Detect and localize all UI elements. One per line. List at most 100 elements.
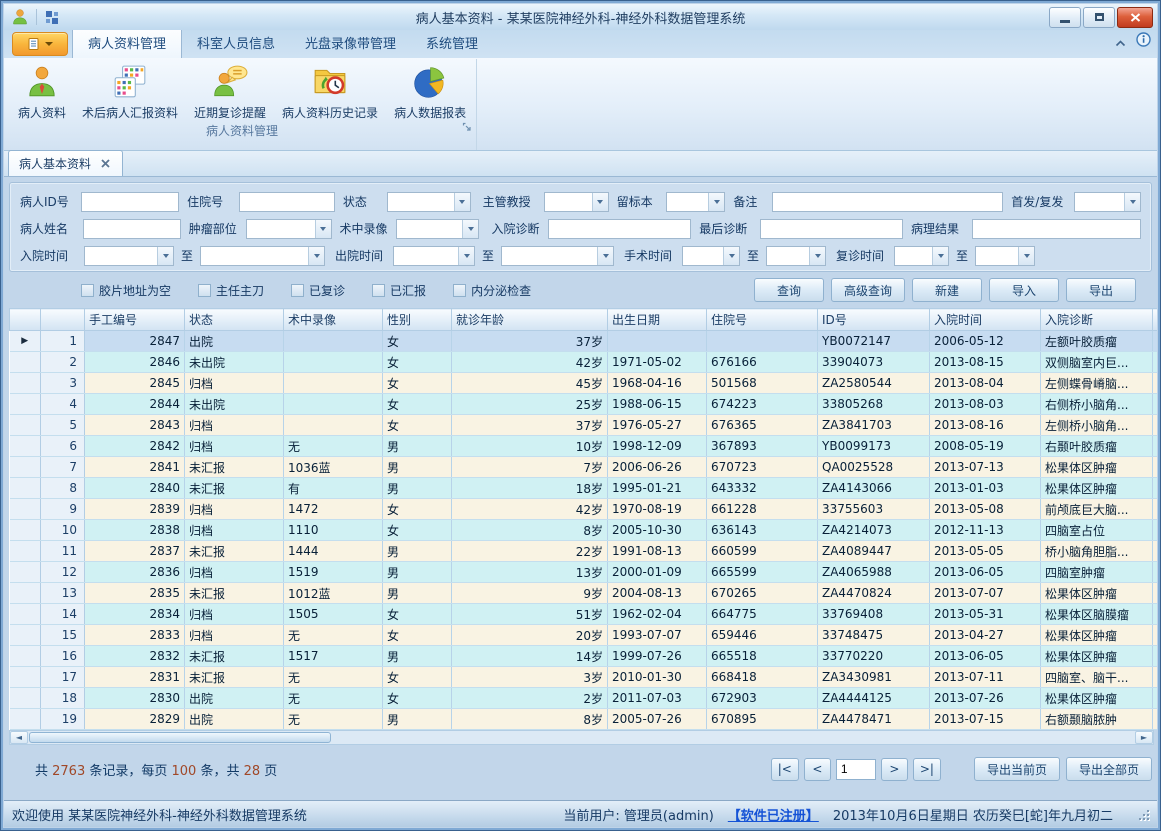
filter-checkbox[interactable]: 已汇报 [372, 282, 426, 299]
application-menu-button[interactable] [12, 32, 68, 56]
close-tab-icon[interactable] [101, 157, 110, 171]
surgery-time-from-select[interactable] [682, 246, 740, 266]
filter-checkbox[interactable]: 主任主刀 [198, 282, 264, 299]
chevron-down-icon[interactable] [1124, 193, 1140, 211]
intraop-video-select[interactable] [396, 219, 479, 239]
table-row[interactable]: 152833归档无女20岁1993-07-0765944633748475201… [10, 625, 1158, 646]
scrollbar-thumb[interactable] [29, 732, 331, 743]
scroll-right-icon[interactable]: ► [1135, 731, 1153, 744]
title-bar[interactable]: 病人基本资料 - 某某医院神经外科-神经外科数据管理系统 [4, 4, 1157, 30]
table-row[interactable]: 62842归档无男10岁1998-12-09367893YB0099173200… [10, 436, 1158, 457]
admission-time-to-select[interactable] [200, 246, 325, 266]
maximize-button[interactable] [1083, 7, 1115, 28]
patient-report-chart-button[interactable]: 病人数据报表 [386, 59, 474, 121]
followup-time-from-select[interactable] [894, 246, 949, 266]
chevron-down-icon[interactable] [708, 193, 724, 211]
tumor-site-select[interactable] [246, 219, 332, 239]
chevron-down-icon[interactable] [315, 220, 331, 238]
patient-id-input[interactable] [81, 192, 179, 212]
admission-diagnosis-input[interactable] [548, 219, 691, 239]
column-header[interactable]: 入院时间 [930, 309, 1041, 331]
table-row[interactable]: 42844未出院女25岁1988-06-15674223338052682013… [10, 394, 1158, 415]
filter-checkbox[interactable]: 已复诊 [291, 282, 345, 299]
followup-reminder-button[interactable]: 近期复诊提醒 [186, 59, 274, 121]
chevron-down-icon[interactable] [458, 247, 474, 265]
prev-page-button[interactable]: < [804, 758, 831, 781]
chevron-down-icon[interactable] [597, 247, 613, 265]
first-recur-select[interactable] [1074, 192, 1141, 212]
checkbox-box-icon[interactable] [291, 284, 304, 297]
minimize-button[interactable] [1049, 7, 1081, 28]
status-select[interactable] [387, 192, 471, 212]
info-icon[interactable] [1136, 32, 1151, 51]
collapse-ribbon-icon[interactable] [1115, 32, 1126, 51]
table-row[interactable]: 102838归档1110女8岁2005-10-30636143ZA4214073… [10, 520, 1158, 541]
column-header[interactable]: 手工编号 [85, 309, 185, 331]
export-all-pages-button[interactable]: 导出全部页 [1066, 757, 1152, 781]
discharge-time-from-select[interactable] [393, 246, 475, 266]
checkbox-box-icon[interactable] [453, 284, 466, 297]
chevron-down-icon[interactable] [932, 247, 948, 265]
table-row[interactable]: 172831未汇报无女3岁2010-01-30668418ZA343098120… [10, 667, 1158, 688]
table-row[interactable]: 72841未汇报1036蓝男7岁2006-06-26670723QA002552… [10, 457, 1158, 478]
specimen-select[interactable] [666, 192, 725, 212]
final-diagnosis-input[interactable] [760, 219, 903, 239]
patient-name-input[interactable] [83, 219, 181, 239]
column-header[interactable]: 出生日期 [608, 309, 707, 331]
filter-checkbox[interactable]: 胶片地址为空 [81, 282, 171, 299]
admission-no-input[interactable] [239, 192, 335, 212]
checkbox-box-icon[interactable] [81, 284, 94, 297]
followup-time-to-select[interactable] [975, 246, 1035, 266]
table-row[interactable]: 112837未汇报1444男22岁1991-08-13660599ZA40894… [10, 541, 1158, 562]
surgery-time-to-select[interactable] [766, 246, 826, 266]
scroll-left-icon[interactable]: ◄ [10, 731, 28, 744]
scrollbar-track[interactable] [332, 731, 1135, 744]
ribbon-tab-system[interactable]: 系统管理 [411, 28, 493, 58]
patient-data-button[interactable]: 病人资料 [10, 59, 74, 121]
chevron-down-icon[interactable] [592, 193, 608, 211]
tab-patient-basic-data[interactable]: 病人基本资料 [8, 150, 123, 176]
chevron-down-icon[interactable] [1018, 247, 1034, 265]
table-row[interactable]: 192829出院无男8岁2005-07-26670895ZA4478471201… [10, 709, 1158, 730]
column-header[interactable]: 性别 [383, 309, 452, 331]
ribbon-tab-patient-management[interactable]: 病人资料管理 [72, 27, 182, 58]
remark-input[interactable] [772, 192, 1004, 212]
table-row[interactable]: 92839归档1472女42岁1970-08-19661228337556032… [10, 499, 1158, 520]
chevron-down-icon[interactable] [462, 220, 478, 238]
discharge-time-to-select[interactable] [501, 246, 614, 266]
table-row[interactable]: 52843归档女37岁1976-05-27676365ZA38417032013… [10, 415, 1158, 436]
table-row[interactable]: 32845归档女45岁1968-04-16501568ZA25805442013… [10, 373, 1158, 394]
close-button[interactable] [1117, 7, 1153, 28]
column-header[interactable]: 术中录像 [284, 309, 383, 331]
page-number-input[interactable] [836, 759, 876, 780]
chevron-down-icon[interactable] [308, 247, 324, 265]
table-row[interactable]: 142834归档1505女51岁1962-02-0466477533769408… [10, 604, 1158, 625]
table-row[interactable]: 162832未汇报1517男14岁1999-07-266655183377022… [10, 646, 1158, 667]
ribbon-tab-staff-info[interactable]: 科室人员信息 [182, 28, 290, 58]
patient-history-button[interactable]: 病人资料历史记录 [274, 59, 386, 121]
pathology-result-input[interactable] [972, 219, 1141, 239]
table-row[interactable]: 122836归档1519男13岁2000-01-09665599ZA406598… [10, 562, 1158, 583]
column-header[interactable]: 入院诊断 [1041, 309, 1153, 331]
professor-select[interactable] [544, 192, 609, 212]
table-row[interactable]: 182830出院无女2岁2011-07-03672903ZA4444125201… [10, 688, 1158, 709]
ribbon-tab-disc-video[interactable]: 光盘录像带管理 [290, 28, 411, 58]
first-page-button[interactable]: |< [771, 758, 799, 781]
chevron-down-icon[interactable] [723, 247, 739, 265]
chevron-down-icon[interactable] [454, 193, 470, 211]
action-button[interactable]: 新建 [912, 278, 982, 302]
column-header[interactable]: 就诊年龄 [452, 309, 608, 331]
export-current-page-button[interactable]: 导出当前页 [974, 757, 1060, 781]
column-header[interactable]: ID号 [818, 309, 930, 331]
dialog-launcher-icon[interactable] [462, 117, 472, 136]
column-header[interactable]: 住院号 [707, 309, 818, 331]
table-row[interactable]: ▶12847出院女37岁YB00721472006-05-12左额叶胶质瘤200… [10, 331, 1158, 352]
action-button[interactable]: 导入 [989, 278, 1059, 302]
action-button[interactable]: 导出 [1066, 278, 1136, 302]
column-header[interactable]: 手术时间 [1153, 309, 1158, 331]
table-row[interactable]: 82840未汇报有男18岁1995-01-21643332ZA414306620… [10, 478, 1158, 499]
checkbox-box-icon[interactable] [198, 284, 211, 297]
table-row[interactable]: 132835未汇报1012蓝男9岁2004-08-13670265ZA44708… [10, 583, 1158, 604]
next-page-button[interactable]: > [881, 758, 908, 781]
admission-time-from-select[interactable] [84, 246, 174, 266]
